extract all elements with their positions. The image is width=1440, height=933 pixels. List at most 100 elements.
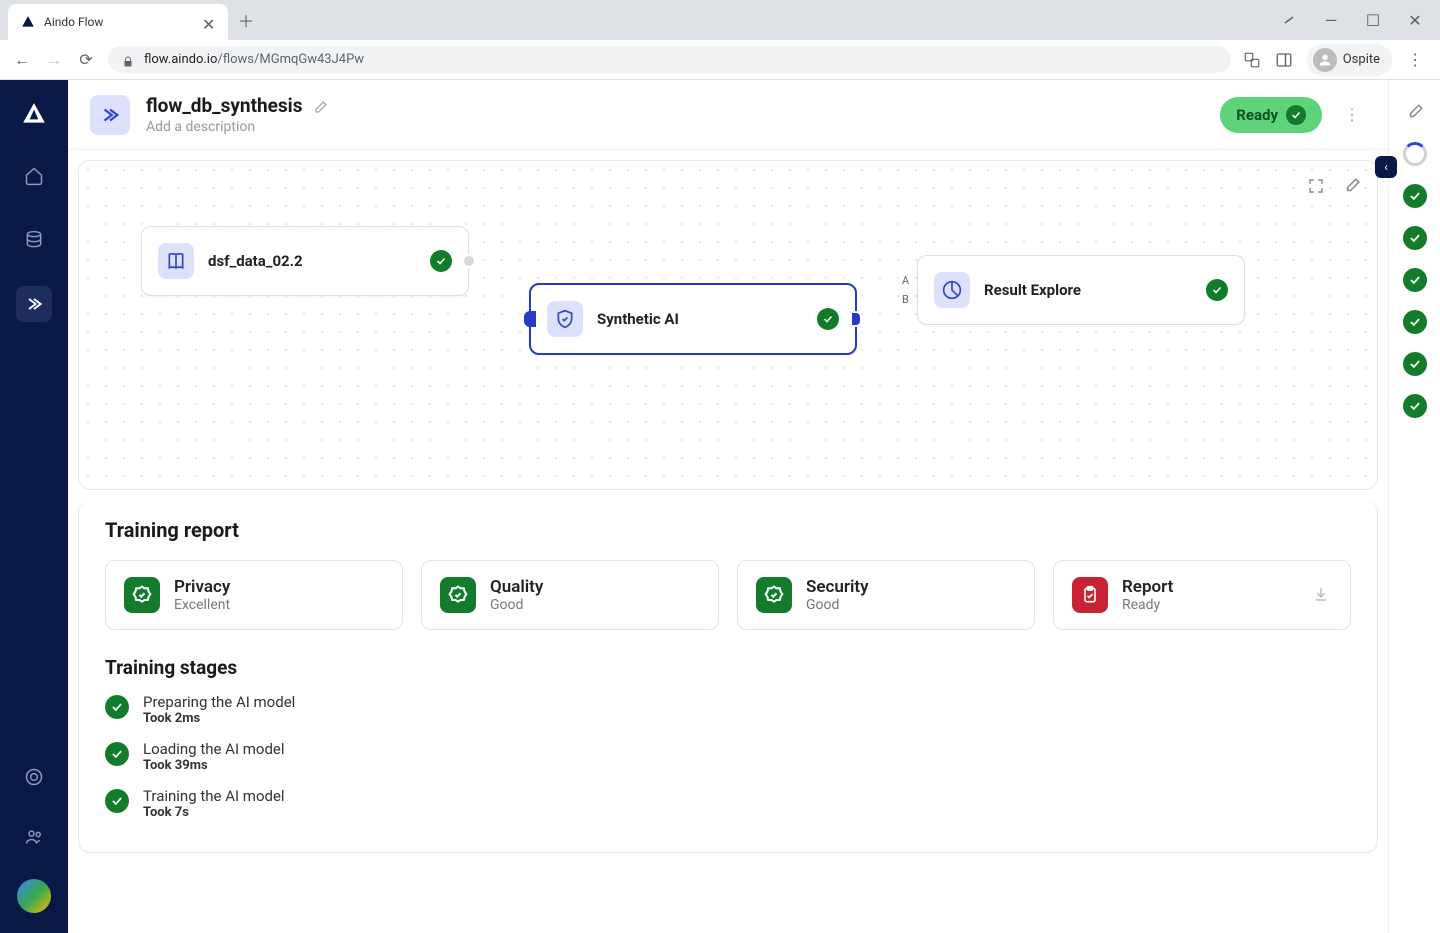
rail-check-icon[interactable] (1403, 268, 1427, 292)
fullscreen-icon[interactable] (1305, 175, 1327, 197)
badge-check-icon (756, 577, 792, 613)
node-ports-labels: A B (902, 274, 909, 306)
stage-row: Training the AI modelTook 7s (105, 787, 1351, 820)
tab-favicon-icon (20, 14, 36, 30)
report-card-quality[interactable]: QualityGood (421, 560, 719, 630)
card-title: Privacy (174, 577, 230, 597)
card-title: Security (806, 577, 869, 597)
rail-check-icon[interactable] (1403, 184, 1427, 208)
rail-check-icon[interactable] (1403, 394, 1427, 418)
stage-label: Training the AI model (143, 787, 285, 805)
window-minimize-icon[interactable] (1282, 13, 1296, 27)
stage-label: Loading the AI model (143, 740, 285, 758)
profile-name: Ospite (1343, 52, 1380, 67)
flow-title: flow_db_synthesis (146, 94, 302, 117)
url-text: flow.aindo.io/flows/MGmqGw43J4Pw (144, 52, 364, 67)
app-logo-icon[interactable] (18, 98, 50, 130)
card-subtitle: Good (490, 597, 543, 613)
stages-title: Training stages (105, 656, 1351, 679)
profile-button[interactable]: Ospite (1307, 44, 1392, 76)
check-icon (817, 308, 839, 330)
flow-header: flow_db_synthesis Add a description Read… (68, 80, 1388, 150)
check-icon (430, 250, 452, 272)
rail-check-icon[interactable] (1403, 226, 1427, 250)
right-rail: ‹ (1388, 80, 1440, 933)
node-port-out[interactable] (462, 254, 476, 268)
node-label: Result Explore (984, 281, 1184, 299)
sidebar-item-colored[interactable] (17, 879, 51, 913)
badge-check-icon (440, 577, 476, 613)
browser-tab[interactable]: Aindo Flow ✕ (8, 4, 228, 40)
edit-title-icon[interactable] (312, 98, 328, 114)
flow-description[interactable]: Add a description (146, 119, 328, 135)
report-section: Training report PrivacyExcellent Quality… (78, 500, 1378, 853)
flow-canvas[interactable]: dsf_data_02.2 Synthetic AI (78, 160, 1378, 490)
sidebar-item-users[interactable] (16, 819, 52, 855)
app-sidebar (0, 80, 68, 933)
node-data-source[interactable]: dsf_data_02.2 (141, 226, 469, 296)
download-icon[interactable] (1312, 585, 1332, 605)
tab-title: Aindo Flow (44, 15, 194, 29)
stage-row: Loading the AI modelTook 39ms (105, 740, 1351, 773)
book-icon (158, 243, 194, 279)
window-restore-icon[interactable]: — (1324, 13, 1338, 27)
window-maximize-icon[interactable]: ☐ (1366, 13, 1380, 27)
status-badge: Ready (1220, 97, 1322, 133)
rail-check-icon[interactable] (1403, 310, 1427, 334)
card-subtitle: Excellent (174, 597, 230, 613)
node-label: dsf_data_02.2 (208, 252, 408, 270)
stage-time: Took 7s (143, 805, 285, 820)
stage-row: Preparing the AI modelTook 2ms (105, 693, 1351, 726)
rail-spinner-icon (1403, 142, 1427, 166)
translate-icon[interactable] (1243, 51, 1261, 69)
nav-forward-icon: → (44, 50, 64, 70)
status-label: Ready (1236, 106, 1278, 124)
browser-url-bar: ← → ⟳ flow.aindo.io/flows/MGmqGw43J4Pw O… (0, 40, 1440, 80)
check-icon (1206, 279, 1228, 301)
report-card-security[interactable]: SecurityGood (737, 560, 1035, 630)
profile-avatar-icon (1313, 48, 1337, 72)
node-port-out[interactable] (850, 311, 862, 327)
new-tab-button[interactable]: ＋ (232, 6, 260, 34)
card-title: Quality (490, 577, 543, 597)
window-close-icon[interactable]: ✕ (1408, 13, 1422, 27)
sidebar-item-home[interactable] (16, 158, 52, 194)
tab-close-icon[interactable]: ✕ (202, 15, 216, 29)
pie-chart-icon (934, 272, 970, 308)
browser-menu-icon[interactable]: ⋮ (1406, 51, 1424, 69)
node-label: Synthetic AI (597, 310, 795, 328)
badge-check-icon (124, 577, 160, 613)
rail-edit-icon[interactable] (1403, 100, 1427, 124)
status-check-icon (1286, 105, 1306, 125)
sidebar-item-help[interactable] (16, 759, 52, 795)
browser-tab-bar: Aindo Flow ✕ ＋ — ☐ ✕ (0, 0, 1440, 40)
side-panel-icon[interactable] (1275, 51, 1293, 69)
sidebar-item-data[interactable] (16, 222, 52, 258)
url-input[interactable]: flow.aindo.io/flows/MGmqGw43J4Pw (108, 46, 1231, 73)
rail-collapse-icon[interactable]: ‹ (1375, 156, 1397, 178)
report-card-report[interactable]: ReportReady (1053, 560, 1351, 630)
edit-canvas-icon[interactable] (1341, 175, 1363, 197)
report-card-privacy[interactable]: PrivacyExcellent (105, 560, 403, 630)
sidebar-item-flows[interactable] (16, 286, 52, 322)
stage-label: Preparing the AI model (143, 693, 295, 711)
check-icon (105, 789, 129, 813)
flow-type-icon (90, 95, 130, 135)
clipboard-icon (1072, 577, 1108, 613)
node-synthetic-ai[interactable]: Synthetic AI (529, 283, 857, 355)
shield-icon (547, 301, 583, 337)
card-title: Report (1122, 577, 1173, 597)
nav-back-icon[interactable]: ← (12, 50, 32, 70)
report-title: Training report (105, 518, 1351, 542)
lock-icon (122, 53, 136, 67)
card-subtitle: Good (806, 597, 869, 613)
stage-time: Took 39ms (143, 758, 285, 773)
header-menu-icon[interactable]: ⋮ (1338, 105, 1366, 124)
node-port-in[interactable] (524, 311, 536, 327)
check-icon (105, 695, 129, 719)
node-result-explore[interactable]: A B Result Explore (917, 255, 1245, 325)
card-subtitle: Ready (1122, 597, 1173, 613)
rail-check-icon[interactable] (1403, 352, 1427, 376)
check-icon (105, 742, 129, 766)
nav-reload-icon[interactable]: ⟳ (76, 50, 96, 70)
